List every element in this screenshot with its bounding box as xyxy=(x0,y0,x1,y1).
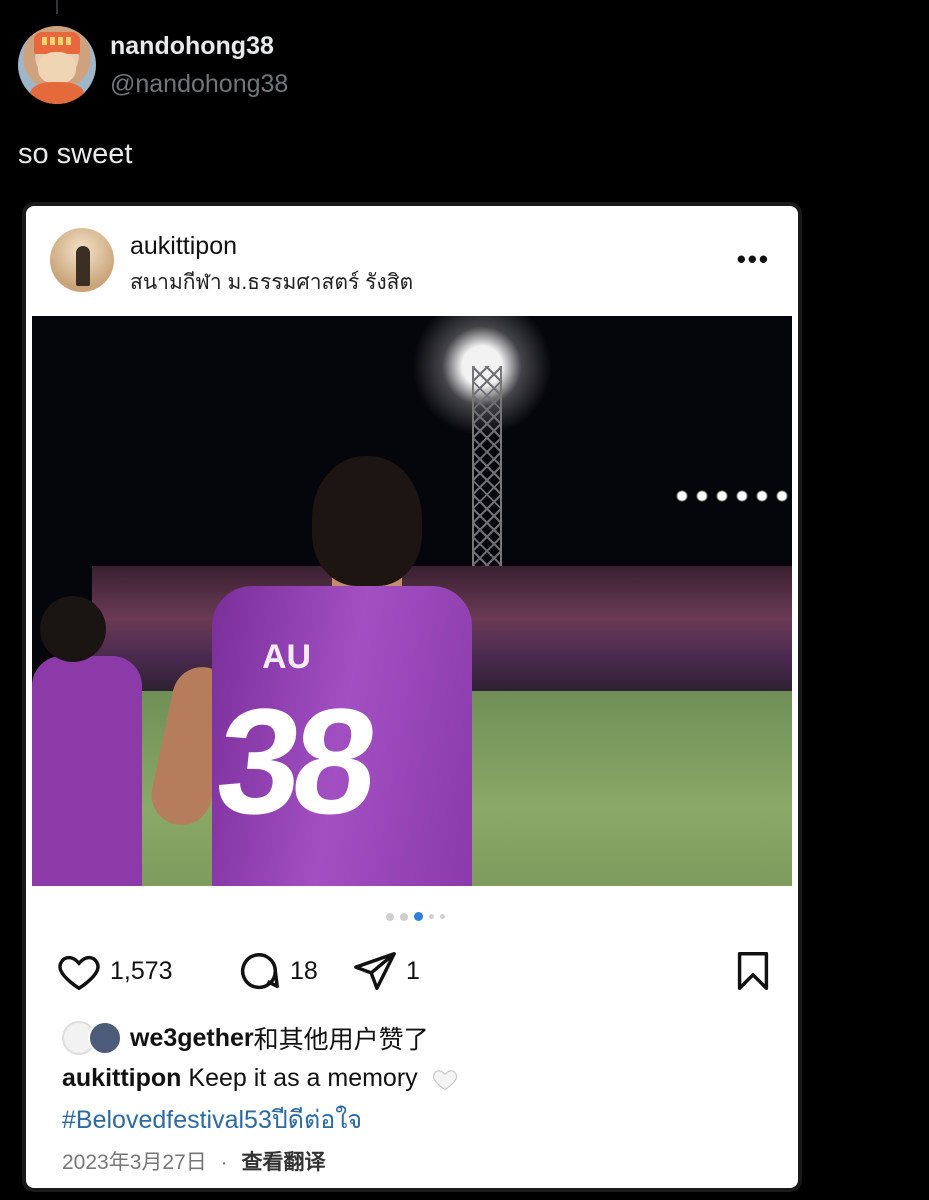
comment-count: 18 xyxy=(290,956,318,985)
stadium-lights xyxy=(672,486,792,516)
liked-by-row: we3gether 和其他用户赞了 xyxy=(62,1020,429,1056)
carousel-dot xyxy=(440,914,445,919)
player-head xyxy=(312,456,422,586)
display-name[interactable]: nandohong38 xyxy=(110,32,274,61)
post-hashtag: #Belovedfestival53ปีดีต่อใจ xyxy=(62,1106,363,1134)
share-count: 1 xyxy=(406,956,420,985)
shirt-graphic xyxy=(30,82,84,104)
post-date: 2023年3月27日 xyxy=(62,1151,207,1174)
liker-avatar xyxy=(88,1021,122,1055)
carousel-dot-active xyxy=(414,912,423,921)
user-handle[interactable]: @nandohong38 xyxy=(110,70,288,99)
white-heart-icon xyxy=(432,1070,457,1091)
carousel-indicator xyxy=(386,912,445,921)
send-icon xyxy=(354,952,396,990)
liked-by-suffix: 和其他用户赞了 xyxy=(253,1026,429,1054)
profile-avatar[interactable] xyxy=(18,26,96,104)
jersey-number: 38 xyxy=(209,677,378,845)
player-left-body xyxy=(32,656,142,886)
player-left xyxy=(32,596,142,886)
player-left-head xyxy=(40,596,106,662)
crown-graphic xyxy=(34,32,80,54)
carousel-dot xyxy=(429,914,434,919)
post-photo: AU 38 xyxy=(32,316,792,886)
post-date-row: 2023年3月27日 · 查看翻译 xyxy=(62,1146,325,1176)
heart-icon xyxy=(58,955,100,991)
post-author-avatar xyxy=(50,228,114,292)
jersey-name: AU xyxy=(262,638,312,676)
comment-icon xyxy=(241,953,279,990)
share-action: 1 xyxy=(352,948,420,994)
separator: · xyxy=(220,1151,228,1174)
translate-link: 查看翻译 xyxy=(241,1151,326,1174)
carousel-dot xyxy=(386,912,394,921)
bookmark-action xyxy=(730,948,776,994)
floodlight-tower xyxy=(472,366,502,596)
caption-username: aukittipon xyxy=(62,1064,182,1092)
like-action: 1,573 xyxy=(56,948,173,994)
carousel-dot xyxy=(400,912,408,921)
more-dots-icon: ••• xyxy=(736,244,770,274)
post-actions: 1,573 18 1 xyxy=(56,948,776,998)
post-username: aukittipon xyxy=(130,232,238,260)
bookmark-icon xyxy=(737,952,769,990)
person-silhouette xyxy=(76,246,90,286)
comment-action: 18 xyxy=(236,948,318,994)
thread-line xyxy=(56,0,58,14)
cat-face-graphic xyxy=(38,52,76,84)
caption-text: Keep it as a memory xyxy=(188,1064,418,1092)
instagram-post-screenshot[interactable]: aukittipon สนามกีฬา ม.ธรรมศาสตร์ รังสิต … xyxy=(22,202,802,1192)
post-location: สนามกีฬา ม.ธรรมศาสตร์ รังสิต xyxy=(130,271,414,294)
like-count: 1,573 xyxy=(110,956,173,985)
tweet-text: so sweet xyxy=(18,138,133,170)
post-caption: aukittipon Keep it as a memory xyxy=(62,1064,459,1093)
liked-by-user: we3gether xyxy=(130,1023,254,1052)
